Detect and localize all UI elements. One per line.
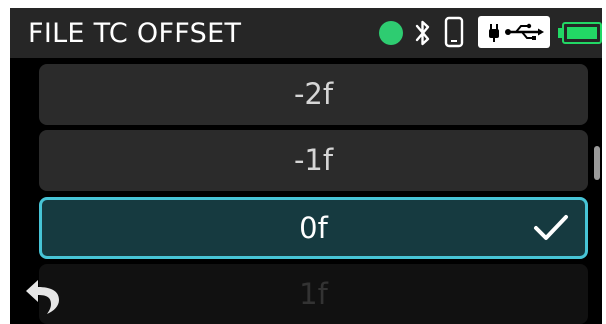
phone-icon [444,16,464,48]
header-bar: FILE TC OFFSET [10,8,602,58]
list-item-selected[interactable]: 0f [39,197,588,259]
list-item-label: 0f [299,211,328,245]
list-item[interactable]: -1f [39,130,588,191]
list-item-label: 1f [299,277,328,311]
list-item-label: -1f [293,143,334,177]
checkmark-icon [534,215,568,240]
offset-options-list: -2f -1f 0f 1f [10,58,602,324]
scrollbar-thumb[interactable] [594,146,600,180]
bluetooth-icon [415,20,430,46]
page-title: FILE TC OFFSET [28,18,242,49]
usb-power-icon [478,16,550,48]
list-item[interactable]: -2f [39,64,588,125]
list-item[interactable]: 1f [39,264,588,324]
battery-icon [558,22,602,44]
device-screen: FILE TC OFFSET -2f -1f 0f 1f [10,8,602,324]
list-item-label: -2f [293,77,334,111]
back-arrow-icon[interactable] [22,276,64,316]
status-indicator-icon [379,21,403,45]
